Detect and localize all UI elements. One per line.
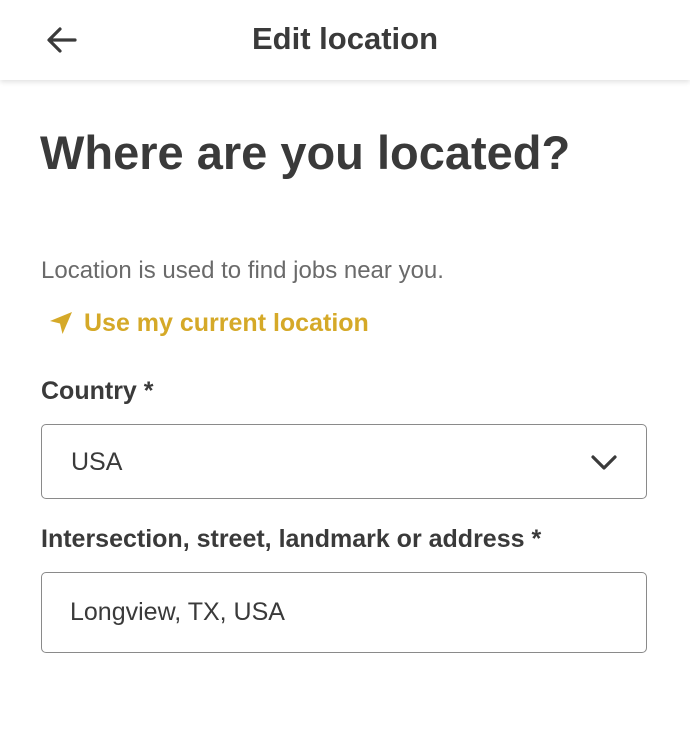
app-header: Edit location — [0, 0, 690, 80]
use-current-location-label: Use my current location — [84, 309, 369, 337]
address-label: Intersection, street, landmark or addres… — [41, 525, 542, 553]
helper-text: Location is used to find jobs near you. — [41, 257, 444, 284]
country-selected-value: USA — [71, 448, 123, 476]
country-label: Country * — [41, 377, 154, 405]
address-input[interactable] — [41, 572, 647, 653]
chevron-down-icon — [591, 455, 617, 470]
use-current-location-link[interactable]: Use my current location — [48, 305, 369, 341]
country-select[interactable]: USA — [41, 424, 647, 499]
page-title: Where are you located? — [40, 126, 571, 179]
navigation-arrow-icon — [50, 312, 72, 334]
header-title: Edit location — [252, 21, 438, 56]
